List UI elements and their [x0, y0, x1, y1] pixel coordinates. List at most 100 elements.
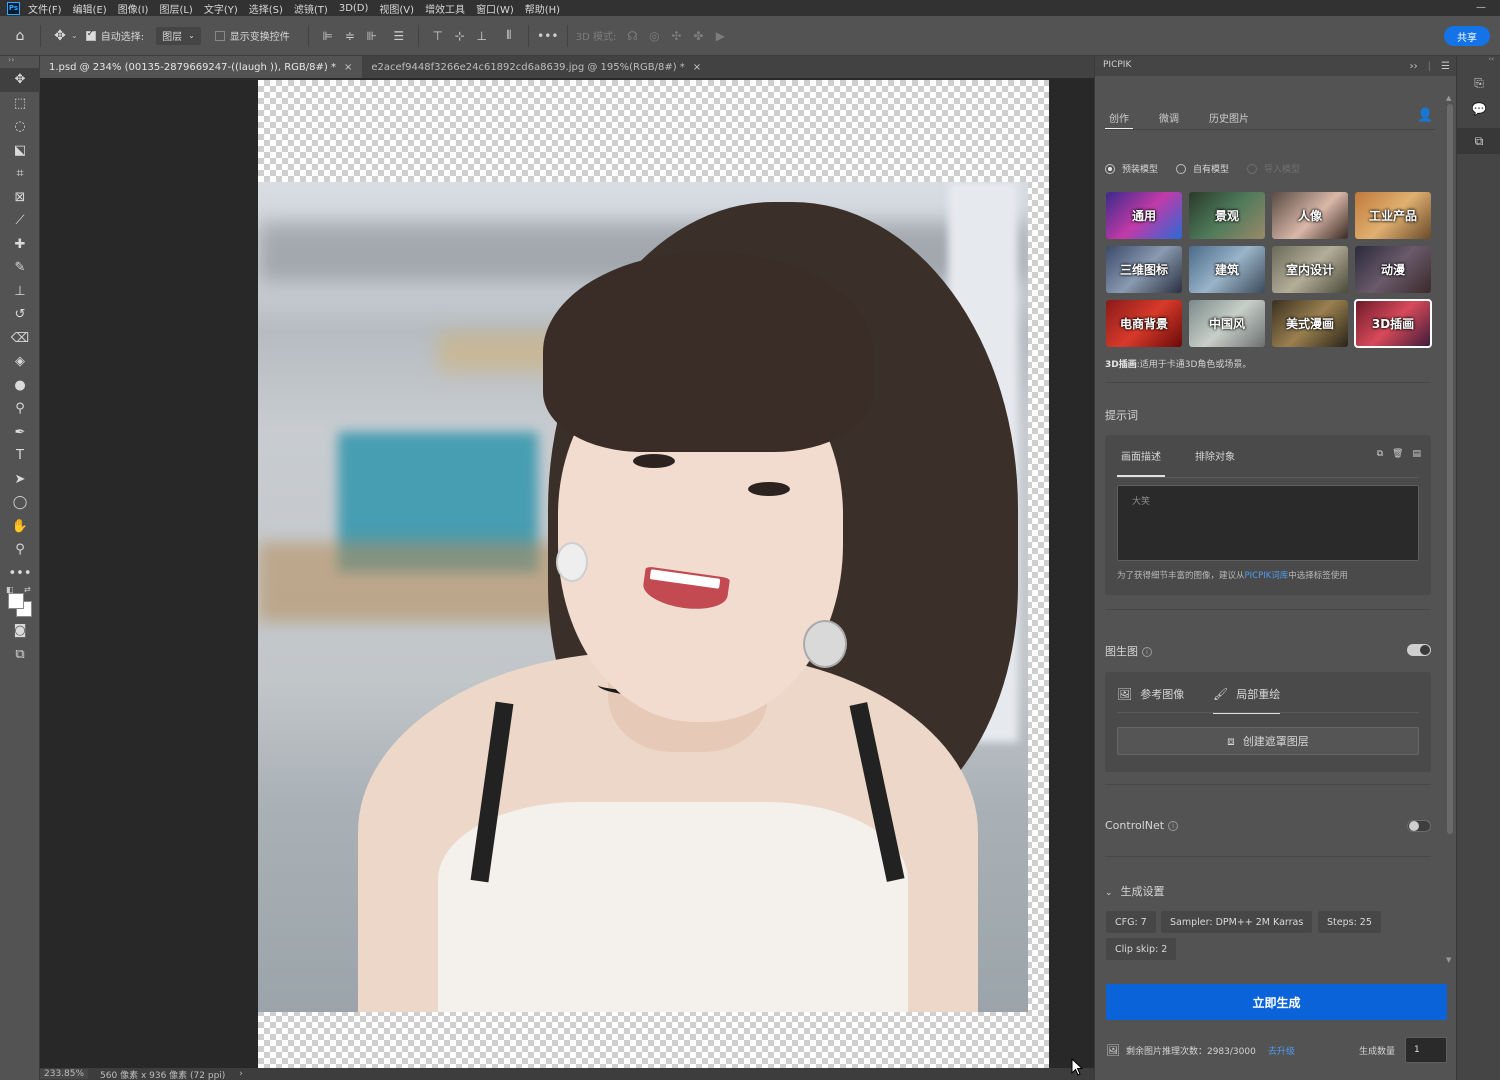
auto-select-target-select[interactable]: 图层 ⌄ — [156, 26, 201, 45]
info-icon[interactable]: i — [1168, 821, 1179, 831]
model-card-3d-illustration[interactable]: 3D插画 — [1354, 299, 1432, 348]
brush-tool-icon[interactable]: ✎ — [0, 256, 40, 280]
path-selection-tool-icon[interactable]: ➤ — [0, 468, 40, 492]
panel-scrollbar[interactable]: ▲ ▼ — [1445, 76, 1455, 976]
user-icon[interactable]: 👤 — [1417, 108, 1433, 123]
controlnet-toggle[interactable] — [1407, 820, 1431, 832]
eyedropper-tool-icon[interactable]: ⟋ — [0, 209, 40, 233]
clone-stamp-tool-icon[interactable]: ⊥ — [0, 280, 40, 304]
doc-tab-1[interactable]: 1.psd @ 234% (00135-2879669247-((laugh )… — [40, 56, 363, 78]
more-options-icon[interactable]: ••• — [537, 28, 558, 44]
menu-plugins[interactable]: 增效工具 — [425, 1, 465, 16]
model-card-portrait[interactable]: 人像 — [1272, 192, 1348, 239]
align-right-icon[interactable]: ⊪ — [364, 28, 380, 44]
dodge-tool-icon[interactable]: ⚲ — [0, 397, 40, 421]
own-model-radio[interactable] — [1176, 163, 1187, 174]
tab-finetune[interactable]: 微调 — [1155, 106, 1183, 128]
align-top-icon[interactable]: ⊤ — [430, 28, 446, 44]
menu-edit[interactable]: 编辑(E) — [73, 1, 107, 16]
menu-help[interactable]: 帮助(H) — [525, 1, 560, 16]
vocabulary-link[interactable]: PICPIK词库 — [1245, 571, 1289, 581]
prompt-input[interactable]: 大笑 — [1117, 485, 1419, 561]
panel-title[interactable]: PICPIK — [1103, 60, 1131, 72]
collapse-dock-icon[interactable]: ‹‹ — [1457, 56, 1500, 64]
model-card-architecture[interactable]: 建筑 — [1189, 246, 1265, 293]
align-middle-icon[interactable]: ⊹ — [452, 28, 468, 44]
doc-tab-2[interactable]: e2acef9448f3266e24c61892cd6a8639.jpg @ 1… — [362, 56, 712, 78]
steps-chip[interactable]: Steps: 25 — [1318, 911, 1381, 933]
quick-mask-icon[interactable]: ◙ — [0, 619, 40, 643]
generation-settings-header[interactable]: ⌄ 生成设置 — [1105, 883, 1165, 899]
menu-3d[interactable]: 3D(D) — [339, 3, 369, 14]
cfg-chip[interactable]: CFG: 7 — [1106, 911, 1156, 933]
type-tool-icon[interactable]: T — [0, 444, 40, 468]
document-canvas[interactable] — [258, 80, 1049, 1068]
menu-image[interactable]: 图像(I) — [118, 1, 149, 16]
copy-icon[interactable]: ⧉ — [1377, 449, 1383, 459]
lasso-tool-icon[interactable]: ◌ — [0, 115, 40, 139]
crop-tool-icon[interactable]: ⌗ — [0, 162, 40, 186]
hand-tool-icon[interactable]: ✋ — [0, 515, 40, 539]
move-tool-icon[interactable]: ✥ — [0, 68, 40, 92]
blur-tool-icon[interactable]: ● — [0, 374, 40, 398]
ellipse-tool-icon[interactable]: ◯ — [0, 491, 40, 515]
align-center-icon[interactable]: ≑ — [342, 28, 358, 44]
collapse-panel-icon[interactable]: ›› — [1410, 61, 1418, 72]
tab-negative-prompt[interactable]: 排除对象 — [1191, 443, 1239, 467]
marquee-tool-icon[interactable]: ⬚ — [0, 92, 40, 116]
menu-type[interactable]: 文字(Y) — [204, 1, 238, 16]
close-icon[interactable]: × — [693, 62, 701, 73]
align-left-icon[interactable]: ⊫ — [320, 28, 336, 44]
object-select-tool-icon[interactable]: ⬕ — [0, 139, 40, 163]
menu-view[interactable]: 视图(V) — [379, 1, 414, 16]
close-icon[interactable]: × — [344, 62, 352, 73]
scroll-down-icon[interactable]: ▼ — [1446, 956, 1451, 964]
menu-window[interactable]: 窗口(W) — [476, 1, 514, 16]
minimize-icon[interactable]: — — [1476, 2, 1486, 13]
tab-history[interactable]: 历史图片 — [1205, 106, 1253, 128]
model-card-3d-icon[interactable]: 三维图标 — [1106, 246, 1182, 293]
preset-model-radio[interactable] — [1105, 163, 1115, 174]
tab-inpaint[interactable]: 🖌 局部重绘 — [1213, 682, 1281, 714]
share-button[interactable]: 共享 — [1444, 26, 1490, 46]
tab-create[interactable]: 创作 — [1105, 106, 1133, 130]
foreground-color-swatch[interactable] — [8, 593, 24, 609]
menu-select[interactable]: 选择(S) — [249, 1, 283, 16]
plugin-panel-icon[interactable]: ⧉ — [1457, 128, 1500, 154]
eraser-tool-icon[interactable]: ⌫ — [0, 327, 40, 351]
generate-button[interactable]: 立即生成 — [1106, 984, 1447, 1020]
info-icon[interactable]: i — [1142, 647, 1152, 657]
scroll-up-icon[interactable]: ▲ — [1446, 94, 1451, 102]
status-menu-arrow-icon[interactable]: › — [239, 1069, 243, 1079]
chevron-down-icon[interactable]: ⌄ — [71, 31, 78, 40]
upgrade-link[interactable]: 去升级 — [1268, 1044, 1295, 1057]
auto-select-checkbox[interactable] — [85, 29, 96, 41]
expand-panel-icon[interactable]: ›› — [0, 56, 39, 68]
tab-reference-image[interactable]: 🖼 参考图像 — [1117, 682, 1184, 706]
distribute-vertical-icon[interactable]: ☰ — [391, 28, 407, 44]
history-panel-icon[interactable]: ⎘ — [1457, 70, 1500, 96]
edit-toolbar-icon[interactable]: ••• — [0, 562, 40, 586]
scrollbar-thumb[interactable] — [1447, 104, 1453, 834]
screen-mode-icon[interactable]: ⧉ — [0, 643, 40, 667]
history-brush-tool-icon[interactable]: ↺ — [0, 303, 40, 327]
create-mask-layer-button[interactable]: ⧈ 创建遮罩图层 — [1117, 727, 1419, 755]
model-card-anime[interactable]: 动漫 — [1355, 246, 1431, 293]
zoom-level[interactable]: 233.85% — [40, 1069, 89, 1079]
show-transform-checkbox[interactable] — [214, 30, 225, 41]
tab-positive-prompt[interactable]: 画面描述 — [1117, 443, 1165, 477]
menu-filter[interactable]: 滤镜(T) — [294, 1, 328, 16]
panel-menu-icon[interactable]: ☰ — [1441, 61, 1450, 72]
model-card-general[interactable]: 通用 — [1106, 192, 1182, 239]
img2img-toggle[interactable] — [1407, 644, 1431, 656]
sampler-chip[interactable]: Sampler: DPM++ 2M Karras — [1161, 911, 1313, 933]
model-card-chinese-style[interactable]: 中国风 — [1189, 300, 1265, 347]
trash-icon[interactable]: 🗑 — [1392, 449, 1403, 459]
zoom-tool-icon[interactable]: ⚲ — [0, 538, 40, 562]
healing-brush-tool-icon[interactable]: ✚ — [0, 233, 40, 257]
clip-skip-chip[interactable]: Clip skip: 2 — [1106, 938, 1177, 960]
model-card-industrial-product[interactable]: 工业产品 — [1355, 192, 1431, 239]
comments-panel-icon[interactable]: 💬 — [1457, 96, 1500, 122]
model-card-american-comics[interactable]: 美式漫画 — [1272, 300, 1348, 347]
align-bottom-icon[interactable]: ⊥ — [474, 28, 490, 44]
